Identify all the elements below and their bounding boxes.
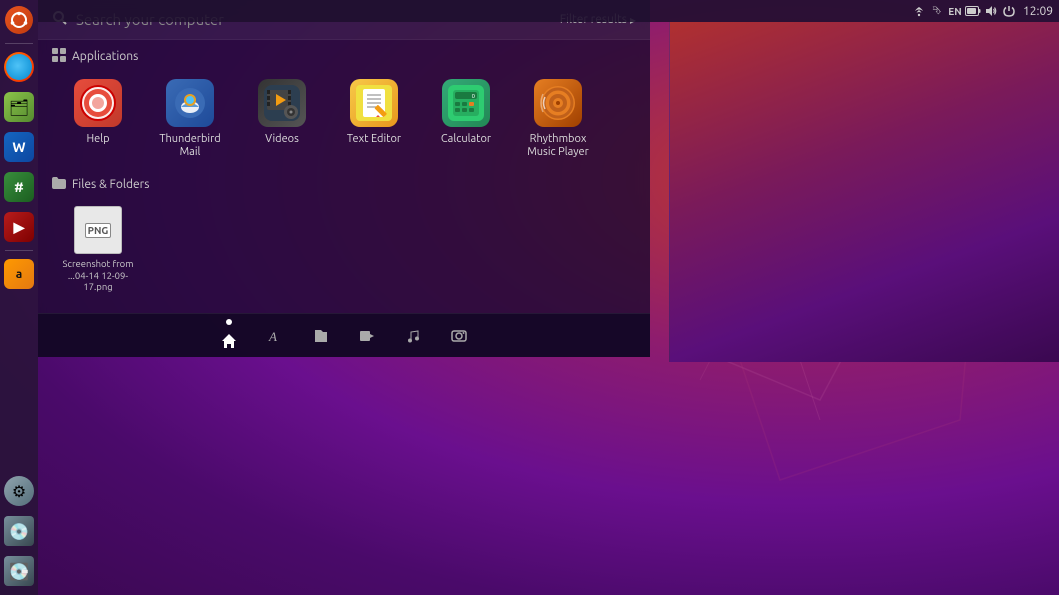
filter-video-icon[interactable] bbox=[353, 322, 381, 350]
top-panel: ⮷ EN 12:09 bbox=[38, 0, 1059, 22]
background-window bbox=[669, 22, 1059, 362]
filter-photos-icon[interactable] bbox=[445, 322, 473, 350]
filter-applications-icon[interactable]: A bbox=[261, 322, 289, 350]
launcher-item-calc-lo[interactable]: # bbox=[1, 169, 37, 205]
keyboard-icon[interactable]: EN bbox=[947, 3, 963, 19]
app-label-help: Help bbox=[86, 133, 109, 146]
launcher-item-firefox[interactable] bbox=[1, 49, 37, 85]
launcher-divider bbox=[5, 43, 33, 44]
file-label-screenshot: Screenshot from...04-14 12-09-17.png bbox=[62, 258, 134, 292]
app-item-calculator[interactable]: 0 Calculator bbox=[426, 75, 506, 163]
app-label-videos: Videos bbox=[265, 133, 299, 146]
app-icon-videos bbox=[258, 79, 306, 127]
app-item-help[interactable]: Help bbox=[58, 75, 138, 163]
filter-files-icon[interactable] bbox=[307, 322, 335, 350]
file-icon-screenshot: PNG bbox=[74, 206, 122, 254]
files-grid: PNG Screenshot from...04-14 12-09-17.png bbox=[38, 196, 650, 302]
app-icon-thunderbird bbox=[166, 79, 214, 127]
filter-home-icon[interactable] bbox=[215, 327, 243, 355]
app-item-thunderbird[interactable]: Thunderbird Mail bbox=[150, 75, 230, 163]
app-item-text-editor[interactable]: Text Editor bbox=[334, 75, 414, 163]
app-icon-help bbox=[74, 79, 122, 127]
network-icon[interactable] bbox=[911, 3, 927, 19]
bluetooth-icon[interactable]: ⮷ bbox=[929, 3, 945, 19]
app-icon-rhythmbox bbox=[534, 79, 582, 127]
panel-clock[interactable]: 12:09 bbox=[1023, 5, 1053, 18]
files-section-header: Files & Folders bbox=[38, 169, 650, 196]
launcher-item-disk2[interactable]: 💽 bbox=[1, 553, 37, 589]
filter-bar: A bbox=[38, 313, 650, 357]
launcher-item-disk1[interactable]: 💿 bbox=[1, 513, 37, 549]
panel-indicators: ⮷ EN 12:09 bbox=[911, 3, 1053, 19]
launcher-item-ubuntu[interactable] bbox=[1, 2, 37, 38]
app-item-videos[interactable]: Videos bbox=[242, 75, 322, 163]
files-section-title: Files & Folders bbox=[72, 178, 149, 191]
battery-icon[interactable] bbox=[965, 3, 981, 19]
sound-icon[interactable] bbox=[983, 3, 999, 19]
launcher-item-impress[interactable]: ▶ bbox=[1, 209, 37, 245]
power-icon[interactable] bbox=[1001, 3, 1017, 19]
file-item-screenshot[interactable]: PNG Screenshot from...04-14 12-09-17.png bbox=[58, 202, 138, 296]
launcher-item-amazon[interactable]: a bbox=[1, 256, 37, 292]
launcher-item-writer[interactable]: W bbox=[1, 129, 37, 165]
launcher-item-files[interactable]: 🗂 bbox=[1, 89, 37, 125]
unity-launcher: 🗂 W # ▶ a ⚙ 💿 💽 bbox=[0, 0, 38, 595]
launcher-item-settings[interactable]: ⚙ bbox=[1, 473, 37, 509]
applications-section-title: Applications bbox=[72, 50, 138, 63]
filter-music-icon[interactable] bbox=[399, 322, 427, 350]
applications-grid: Help Thunderbird Mail bbox=[38, 69, 650, 169]
active-indicator bbox=[226, 319, 232, 325]
applications-section-header: Applications bbox=[38, 40, 650, 69]
svg-text:A: A bbox=[268, 329, 277, 344]
app-label-thunderbird: Thunderbird Mail bbox=[154, 133, 226, 159]
app-icon-calculator: 0 bbox=[442, 79, 490, 127]
dash-panel: Filter results ▸ Applications bbox=[38, 0, 650, 357]
app-label-calculator: Calculator bbox=[441, 133, 491, 146]
launcher-divider-2 bbox=[5, 250, 33, 251]
app-label-text-editor: Text Editor bbox=[347, 133, 401, 146]
app-item-rhythmbox[interactable]: Rhythmbox Music Player bbox=[518, 75, 598, 163]
applications-section-icon bbox=[52, 48, 66, 65]
app-label-rhythmbox: Rhythmbox Music Player bbox=[522, 133, 594, 159]
app-icon-text-editor bbox=[350, 79, 398, 127]
files-section-icon bbox=[52, 177, 66, 192]
